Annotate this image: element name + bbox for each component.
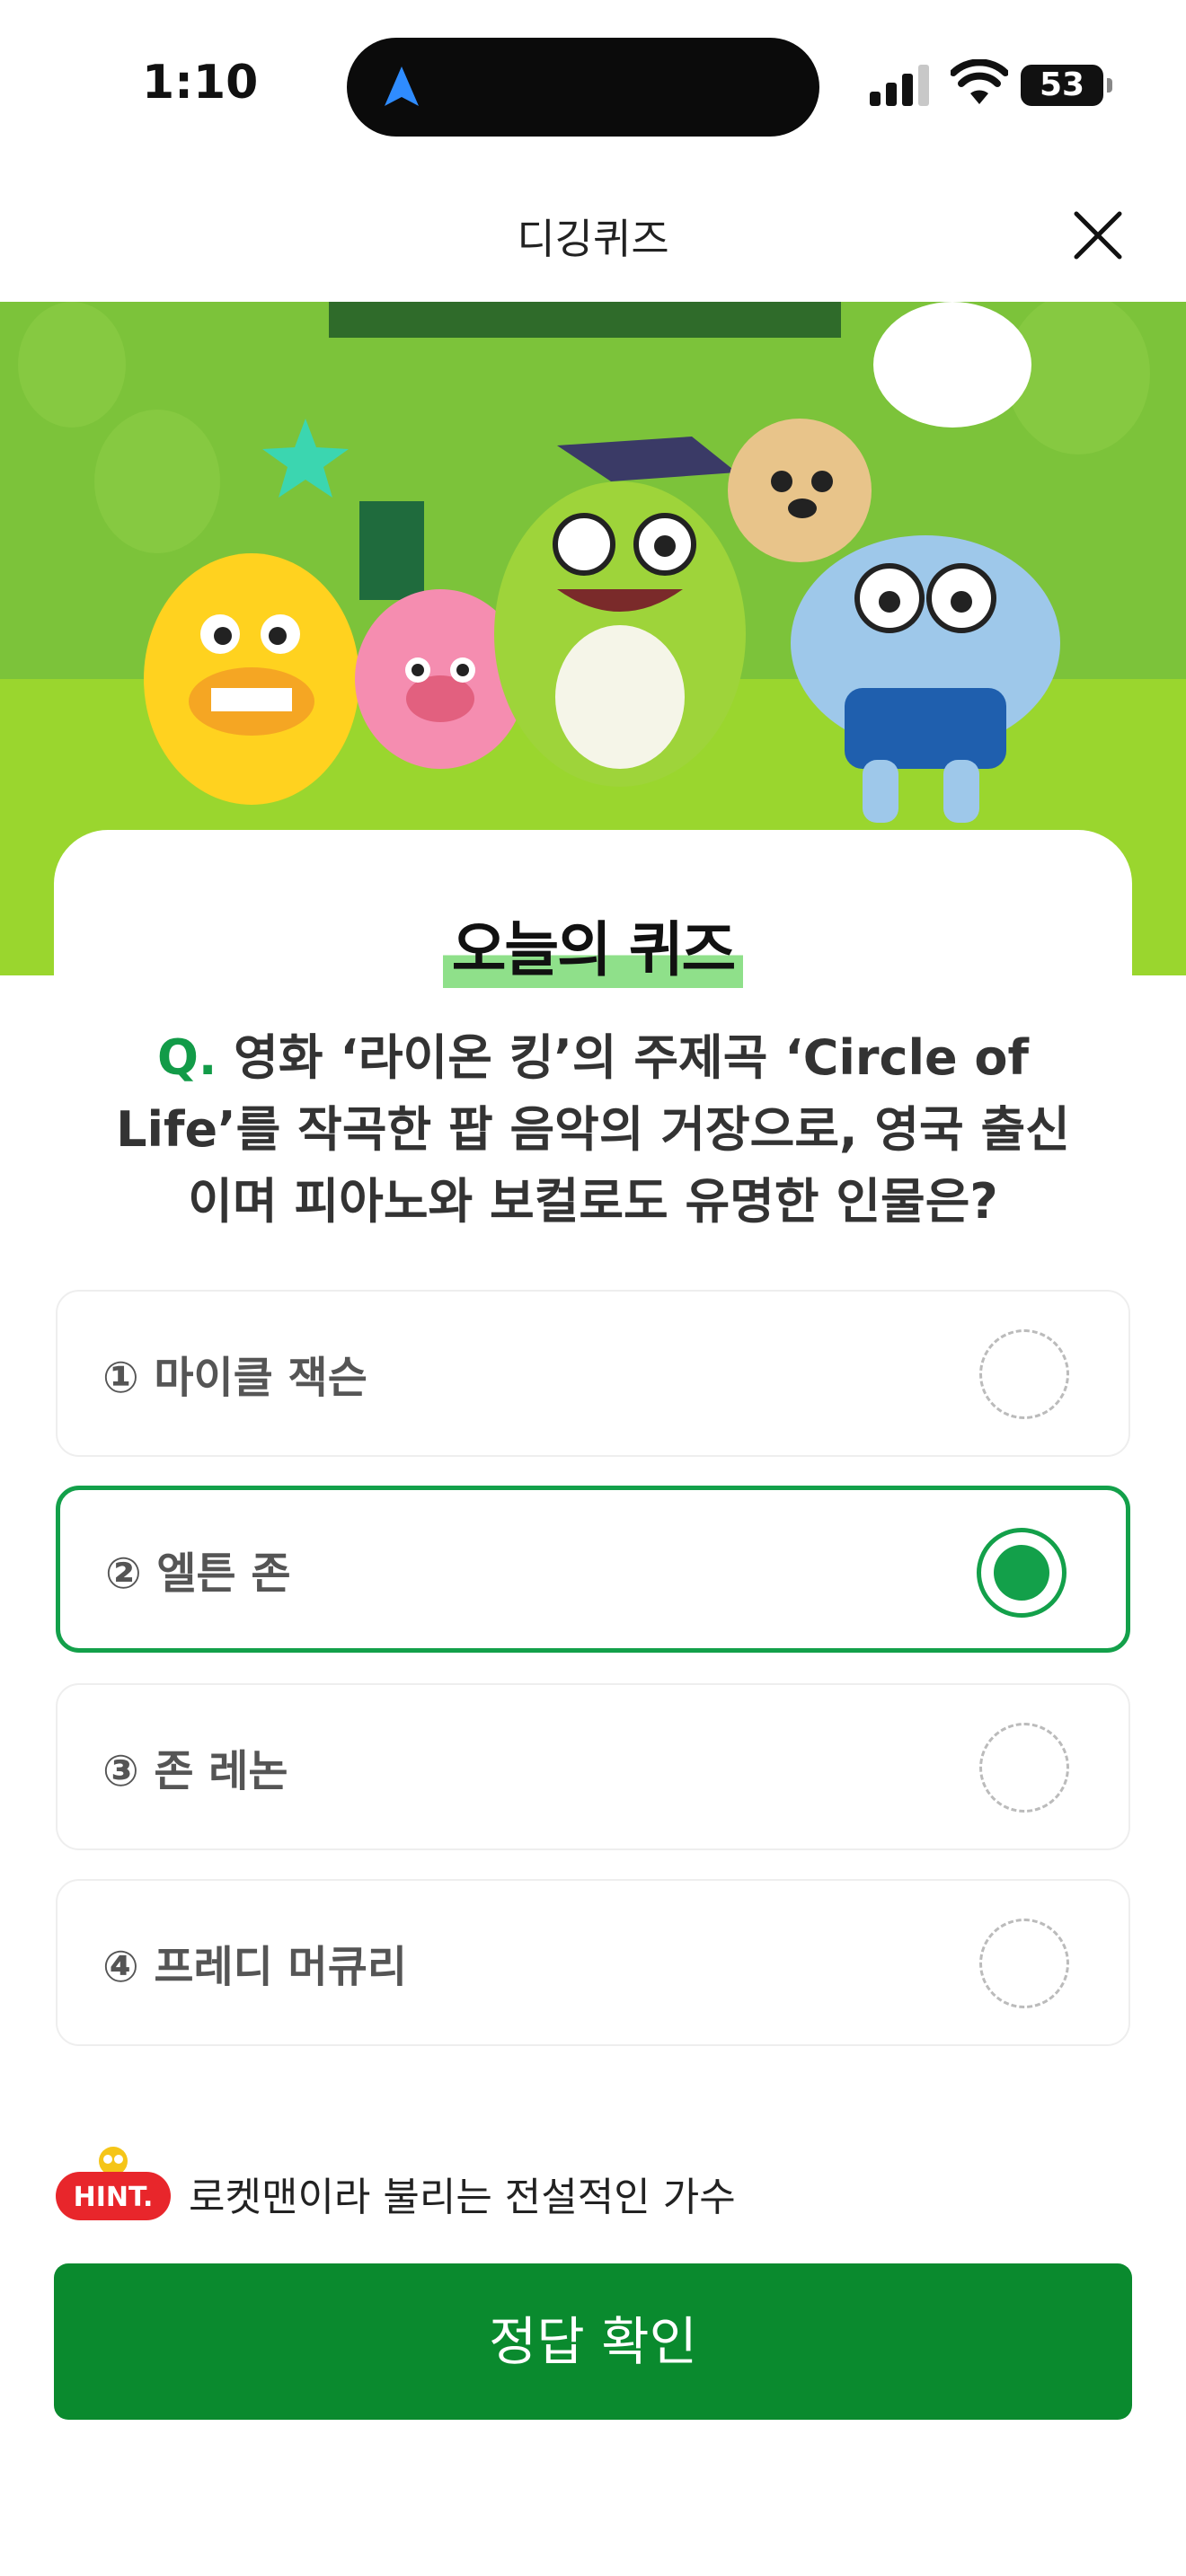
answer-option-3[interactable]: ③ 존 레논	[56, 1683, 1130, 1850]
wifi-icon	[951, 59, 1008, 104]
radio-button[interactable]	[979, 1919, 1069, 2008]
hint-badge-icon: HINT.	[56, 2147, 171, 2220]
answer-option-1[interactable]: ① 마이클 잭슨	[56, 1290, 1130, 1457]
card-title: 오늘의 퀴즈	[54, 902, 1132, 988]
question-prefix: Q.	[156, 1029, 217, 1086]
battery-indicator: 53	[1021, 65, 1112, 106]
location-arrow-icon	[385, 66, 419, 106]
answer-option-2[interactable]: ② 엘튼 존	[56, 1486, 1130, 1653]
option-label: ③ 존 레논	[102, 1746, 288, 1796]
answer-option-4[interactable]: ④ 프레디 머큐리	[56, 1879, 1130, 2046]
header-title: 디깅퀴즈	[517, 215, 669, 263]
card-title-text: 오늘의 퀴즈	[442, 902, 744, 988]
status-time: 1:10	[142, 56, 259, 110]
status-bar: 1:10 53	[0, 0, 1186, 171]
radio-button[interactable]	[979, 1723, 1069, 1813]
app-header: 디깅퀴즈	[0, 171, 1186, 302]
confirm-answer-button[interactable]: 정답 확인	[54, 2263, 1132, 2420]
radio-button[interactable]	[979, 1329, 1069, 1419]
question-body: 영화 ‘라이온 킹’의 주제곡 ‘Circle of Life’를 작곡한 팝 …	[116, 1029, 1070, 1230]
hint-badge-text: HINT.	[74, 2182, 154, 2213]
signal-icon	[870, 65, 929, 106]
hint-text: 로켓맨이라 불리는 전설적인 가수	[189, 2175, 736, 2220]
option-label: ④ 프레디 머큐리	[102, 1942, 408, 1992]
option-label: ① 마이클 잭슨	[102, 1353, 367, 1403]
option-label: ② 엘튼 존	[105, 1548, 291, 1599]
radio-button-selected[interactable]	[977, 1528, 1067, 1618]
close-icon[interactable]	[1066, 203, 1130, 268]
question-text: Q. 영화 ‘라이온 킹’의 주제곡 ‘Circle of Life’를 작곡한…	[99, 1022, 1087, 1238]
